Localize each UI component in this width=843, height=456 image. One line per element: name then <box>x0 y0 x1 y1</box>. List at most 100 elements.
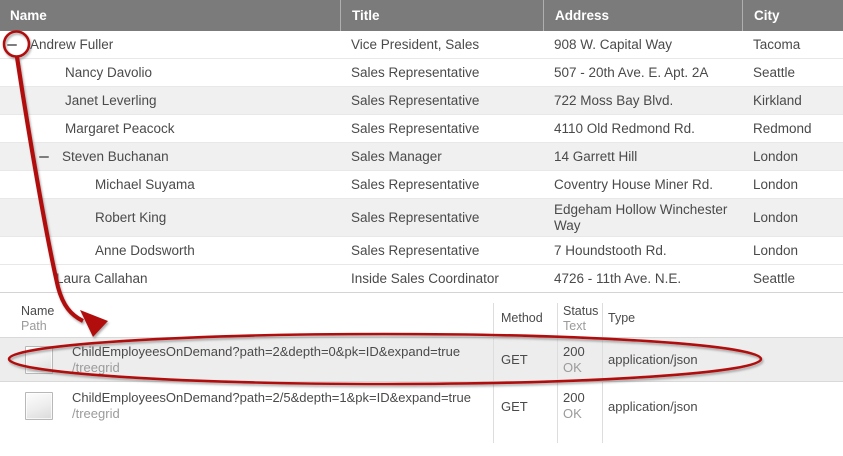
tree-name-cell: Laura Callahan <box>0 265 340 292</box>
request-type: application/json <box>608 352 698 367</box>
net-type-cell: application/json <box>602 399 843 414</box>
city-cell: London <box>742 143 843 170</box>
net-column-method[interactable]: Method <box>493 303 557 335</box>
title-cell: Vice President, Sales <box>340 31 543 58</box>
address-cell-text: 507 - 20th Ave. E. Apt. 2A <box>554 65 708 81</box>
employee-name: Robert King <box>95 210 166 226</box>
title-cell: Sales Representative <box>340 171 543 198</box>
net-header-status-text: Text <box>563 319 602 335</box>
title-cell: Sales Representative <box>340 87 543 114</box>
net-name-cell: ChildEmployeesOnDemand?path=2&depth=0&pk… <box>0 344 493 376</box>
address-cell-text: 4110 Old Redmond Rd. <box>554 121 695 137</box>
title-cell-text: Sales Representative <box>351 177 479 193</box>
file-icon <box>25 346 53 374</box>
request-type: application/json <box>608 399 698 414</box>
network-body: ChildEmployeesOnDemand?path=2&depth=0&pk… <box>0 337 843 427</box>
address-cell: Edgeham Hollow Winchester Way <box>543 199 742 236</box>
table-row[interactable]: Anne Dodsworth Sales Representative 7 Ho… <box>0 237 843 265</box>
title-cell: Sales Manager <box>340 143 543 170</box>
column-header-address[interactable]: Address <box>543 0 742 31</box>
title-cell-text: Inside Sales Coordinator <box>351 271 499 287</box>
city-cell: London <box>742 199 843 236</box>
employee-name: Nancy Davolio <box>65 65 152 81</box>
net-column-type[interactable]: Type <box>602 303 843 335</box>
collapse-minus-icon[interactable] <box>7 44 17 46</box>
table-row[interactable]: Margaret Peacock Sales Representative 41… <box>0 115 843 143</box>
net-method-cell: GET <box>493 399 557 414</box>
request-method: GET <box>501 399 528 414</box>
tree-name-cell: Robert King <box>0 199 340 236</box>
table-row[interactable]: Michael Suyama Sales Representative Cove… <box>0 171 843 199</box>
net-column-status[interactable]: Status Text <box>557 303 602 335</box>
table-row[interactable]: Nancy Davolio Sales Representative 507 -… <box>0 59 843 87</box>
employee-name: Steven Buchanan <box>62 149 169 165</box>
request-status-code: 200 <box>563 344 585 360</box>
net-header-name: Name <box>21 304 493 320</box>
request-url: ChildEmployeesOnDemand?path=2/5&depth=1&… <box>72 390 471 406</box>
city-cell-text: London <box>753 177 798 193</box>
address-cell: 14 Garrett Hill <box>543 143 742 170</box>
column-header-city[interactable]: City <box>742 0 843 31</box>
address-cell: 7 Houndstooth Rd. <box>543 237 742 264</box>
city-cell-text: London <box>753 210 798 226</box>
treegrid-body: Andrew Fuller Vice President, Sales 908 … <box>0 31 843 293</box>
address-cell: Coventry House Miner Rd. <box>543 171 742 198</box>
column-separator <box>602 303 603 443</box>
network-requests-panel: Name Path Method Status Text Type ChildE… <box>0 303 843 427</box>
city-cell: Seattle <box>742 265 843 292</box>
address-cell: 4110 Old Redmond Rd. <box>543 115 742 142</box>
net-method-cell: GET <box>493 352 557 367</box>
tree-name-cell: Andrew Fuller <box>0 31 340 58</box>
city-cell: Kirkland <box>742 87 843 114</box>
city-cell-text: Seattle <box>753 65 795 81</box>
table-row[interactable]: Laura Callahan Inside Sales Coordinator … <box>0 265 843 293</box>
net-type-cell: application/json <box>602 352 843 367</box>
city-cell-text: Kirkland <box>753 93 802 109</box>
title-cell: Sales Representative <box>340 199 543 236</box>
title-cell: Sales Representative <box>340 59 543 86</box>
employees-treegrid: Name Title Address City Andrew Fuller Vi… <box>0 0 843 293</box>
network-request-row[interactable]: ChildEmployeesOnDemand?path=2/5&depth=1&… <box>0 385 843 427</box>
table-row[interactable]: Andrew Fuller Vice President, Sales 908 … <box>0 31 843 59</box>
title-cell: Sales Representative <box>340 237 543 264</box>
collapse-minus-icon[interactable] <box>39 156 49 158</box>
table-row[interactable]: Robert King Sales Representative Edgeham… <box>0 199 843 237</box>
net-column-name-path[interactable]: Name Path <box>0 303 493 335</box>
table-row[interactable]: Steven Buchanan Sales Manager 14 Garrett… <box>0 143 843 171</box>
tree-name-cell: Margaret Peacock <box>0 115 340 142</box>
address-cell: 4726 - 11th Ave. N.E. <box>543 265 742 292</box>
tree-name-cell: Nancy Davolio <box>0 59 340 86</box>
column-header-title[interactable]: Title <box>340 0 543 31</box>
address-cell-text: 4726 - 11th Ave. N.E. <box>554 271 681 287</box>
net-header-status: Status <box>563 304 602 320</box>
city-cell: London <box>742 171 843 198</box>
city-cell: Redmond <box>742 115 843 142</box>
net-status-cell: 200 OK <box>557 390 602 422</box>
file-icon <box>25 392 53 420</box>
address-cell: 507 - 20th Ave. E. Apt. 2A <box>543 59 742 86</box>
title-cell: Inside Sales Coordinator <box>340 265 543 292</box>
city-cell: London <box>742 237 843 264</box>
request-url: ChildEmployeesOnDemand?path=2&depth=0&pk… <box>72 344 460 360</box>
treegrid-header: Name Title Address City <box>0 0 843 31</box>
net-status-cell: 200 OK <box>557 344 602 376</box>
title-cell-text: Sales Manager <box>351 149 442 165</box>
column-separator <box>493 303 494 443</box>
employee-name: Andrew Fuller <box>30 37 113 53</box>
net-header-path: Path <box>21 319 493 335</box>
employee-name: Janet Leverling <box>65 93 157 109</box>
net-name-cell: ChildEmployeesOnDemand?path=2/5&depth=1&… <box>0 390 493 422</box>
request-status-code: 200 <box>563 390 585 406</box>
title-cell-text: Sales Representative <box>351 243 479 259</box>
address-cell: 722 Moss Bay Blvd. <box>543 87 742 114</box>
title-cell-text: Sales Representative <box>351 93 479 109</box>
tree-name-cell: Michael Suyama <box>0 171 340 198</box>
network-request-row[interactable]: ChildEmployeesOnDemand?path=2&depth=0&pk… <box>0 337 843 382</box>
column-header-name[interactable]: Name <box>0 0 340 31</box>
network-header: Name Path Method Status Text Type <box>0 303 843 335</box>
address-cell: 908 W. Capital Way <box>543 31 742 58</box>
request-status-text: OK <box>563 360 582 376</box>
city-cell-text: Seattle <box>753 271 795 287</box>
column-separator <box>557 303 558 443</box>
table-row[interactable]: Janet Leverling Sales Representative 722… <box>0 87 843 115</box>
